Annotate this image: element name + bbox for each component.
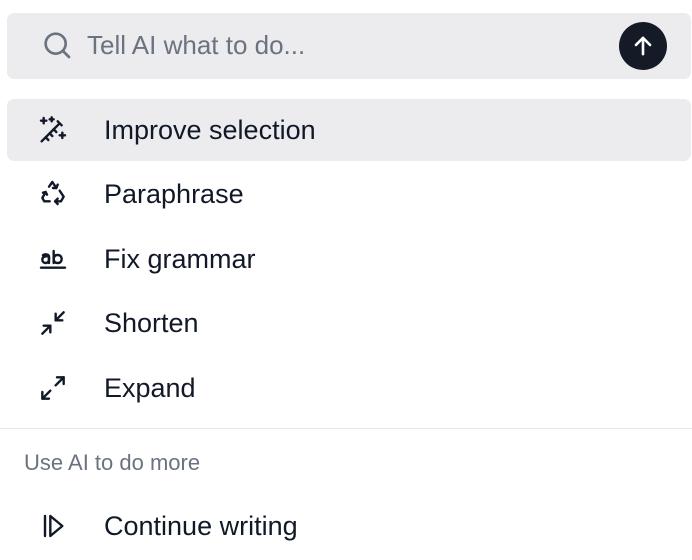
submit-prompt-button[interactable]	[619, 22, 667, 70]
arrow-up-icon	[634, 36, 652, 56]
menu-item-shorten[interactable]: Shorten	[7, 292, 691, 354]
menu-item-label: Shorten	[104, 308, 199, 338]
minimize-icon	[41, 311, 65, 335]
menu-item-expand[interactable]: Expand	[7, 357, 691, 419]
section-divider	[0, 428, 692, 429]
section-title: Use AI to do more	[24, 450, 201, 475]
maximize-icon	[41, 376, 65, 400]
ai-command-menu: Improve selection Paraphrase Fix grammar	[0, 0, 692, 560]
menu-item-label: Expand	[104, 373, 196, 403]
spellcheck-icon	[39, 249, 67, 269]
menu-item-continue-writing[interactable]: Continue writing	[7, 495, 691, 557]
menu-item-fix-grammar[interactable]: Fix grammar	[7, 228, 691, 290]
ai-prompt-bar	[7, 13, 691, 79]
magic-wand-icon	[39, 116, 67, 143]
menu-item-improve-selection[interactable]: Improve selection	[7, 99, 691, 161]
menu-item-label: Paraphrase	[104, 179, 244, 209]
menu-item-label: Improve selection	[104, 115, 316, 145]
menu-item-label: Continue writing	[104, 511, 298, 541]
menu-item-label: Fix grammar	[104, 244, 256, 274]
ai-prompt-input[interactable]	[87, 25, 587, 65]
menu-item-paraphrase[interactable]: Paraphrase	[7, 163, 691, 225]
search-icon	[44, 32, 71, 59]
recycle-icon	[41, 180, 65, 206]
continue-icon	[43, 514, 64, 538]
